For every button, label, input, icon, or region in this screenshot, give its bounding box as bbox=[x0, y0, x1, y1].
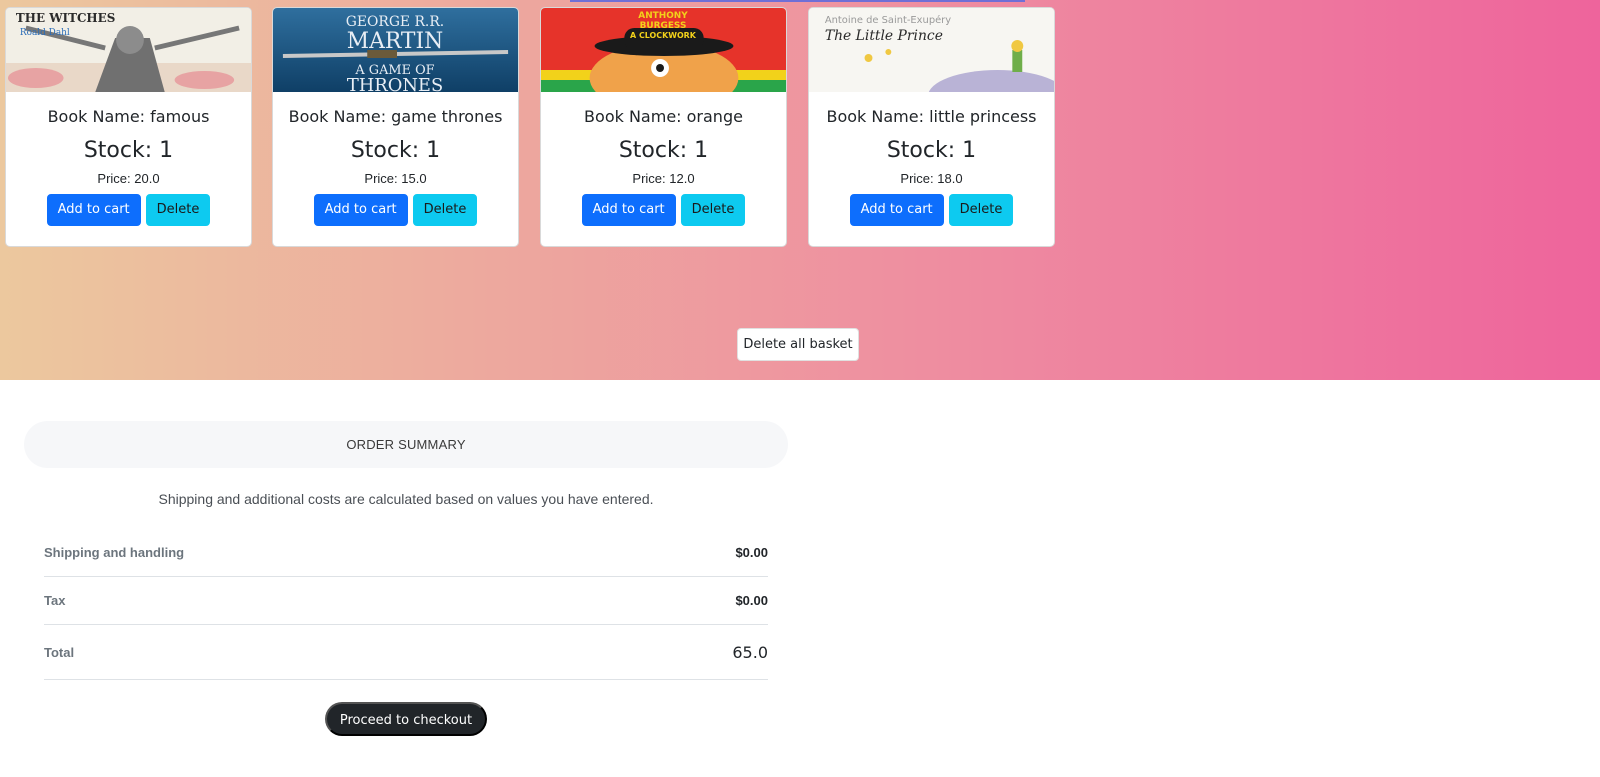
add-to-cart-button[interactable]: Add to cart bbox=[849, 194, 944, 226]
book-stock: Stock: 1 bbox=[618, 138, 709, 163]
book-price: Price: 20.0 bbox=[97, 171, 160, 186]
delete-book-button[interactable]: Delete bbox=[145, 194, 211, 226]
order-summary-note: Shipping and additional costs are calcul… bbox=[158, 491, 654, 507]
book-card-little-princess: Antoine de Saint-Exupéry The Little Prin… bbox=[808, 7, 1055, 247]
delete-book-button[interactable]: Delete bbox=[412, 194, 478, 226]
book-stock: Stock: 1 bbox=[83, 138, 174, 163]
shipping-label: Shipping and handling bbox=[44, 545, 185, 560]
add-to-cart-button[interactable]: Add to cart bbox=[313, 194, 408, 226]
tax-row: Tax $0.00 bbox=[44, 577, 768, 625]
tax-label: Tax bbox=[44, 593, 66, 608]
svg-text:GEORGE R.R.: GEORGE R.R. bbox=[346, 14, 444, 30]
svg-text:Antoine de Saint-Exupéry: Antoine de Saint-Exupéry bbox=[825, 14, 951, 26]
shipping-row: Shipping and handling $0.00 bbox=[44, 529, 768, 577]
book-name: Book Name: game thrones bbox=[288, 107, 503, 126]
svg-text:The Little Prince: The Little Prince bbox=[825, 28, 943, 44]
book-price: Price: 15.0 bbox=[364, 171, 427, 186]
svg-text:BURGESS: BURGESS bbox=[640, 21, 687, 31]
svg-text:THRONES: THRONES bbox=[347, 75, 443, 92]
shipping-value: $0.00 bbox=[735, 545, 768, 560]
book-card-famous: THE WITCHES Roald Dahl Book Name: famous… bbox=[5, 7, 252, 247]
total-label: Total bbox=[44, 644, 75, 660]
total-row: Total 65.0 bbox=[44, 625, 768, 680]
book-price: Price: 18.0 bbox=[900, 171, 963, 186]
book-card-game-thrones: GEORGE R.R. MARTIN A GAME OF THRONES Boo… bbox=[272, 7, 519, 247]
delete-book-button[interactable]: Delete bbox=[680, 194, 746, 226]
book-stock: Stock: 1 bbox=[886, 138, 977, 163]
svg-text:Roald Dahl: Roald Dahl bbox=[20, 28, 70, 38]
book-card-orange: ANTHONY BURGESS A CLOCKWORK Book Name: o… bbox=[540, 7, 787, 247]
book-cover-image: ANTHONY BURGESS A CLOCKWORK bbox=[541, 8, 786, 92]
order-summary-header: ORDER SUMMARY bbox=[24, 421, 788, 468]
svg-text:THE WITCHES: THE WITCHES bbox=[16, 11, 115, 25]
svg-text:A CLOCKWORK: A CLOCKWORK bbox=[630, 31, 697, 40]
total-value: 65.0 bbox=[732, 642, 768, 662]
top-divider-line bbox=[570, 0, 1025, 2]
book-cover-image: GEORGE R.R. MARTIN A GAME OF THRONES bbox=[273, 8, 518, 92]
add-to-cart-button[interactable]: Add to cart bbox=[46, 194, 141, 226]
book-cover-image: Antoine de Saint-Exupéry The Little Prin… bbox=[809, 8, 1054, 92]
add-to-cart-button[interactable]: Add to cart bbox=[581, 194, 676, 226]
delete-all-basket-button[interactable]: Delete all basket bbox=[737, 328, 859, 361]
book-name: Book Name: little princess bbox=[826, 107, 1037, 126]
tax-value: $0.00 bbox=[735, 593, 768, 608]
book-cover-image: THE WITCHES Roald Dahl bbox=[6, 8, 251, 92]
book-name: Book Name: orange bbox=[584, 107, 743, 126]
book-name: Book Name: famous bbox=[47, 107, 210, 126]
book-price: Price: 12.0 bbox=[632, 171, 695, 186]
book-stock: Stock: 1 bbox=[350, 138, 441, 163]
delete-book-button[interactable]: Delete bbox=[948, 194, 1014, 226]
proceed-to-checkout-button[interactable]: Proceed to checkout bbox=[325, 702, 487, 736]
svg-text:ANTHONY: ANTHONY bbox=[638, 11, 688, 21]
